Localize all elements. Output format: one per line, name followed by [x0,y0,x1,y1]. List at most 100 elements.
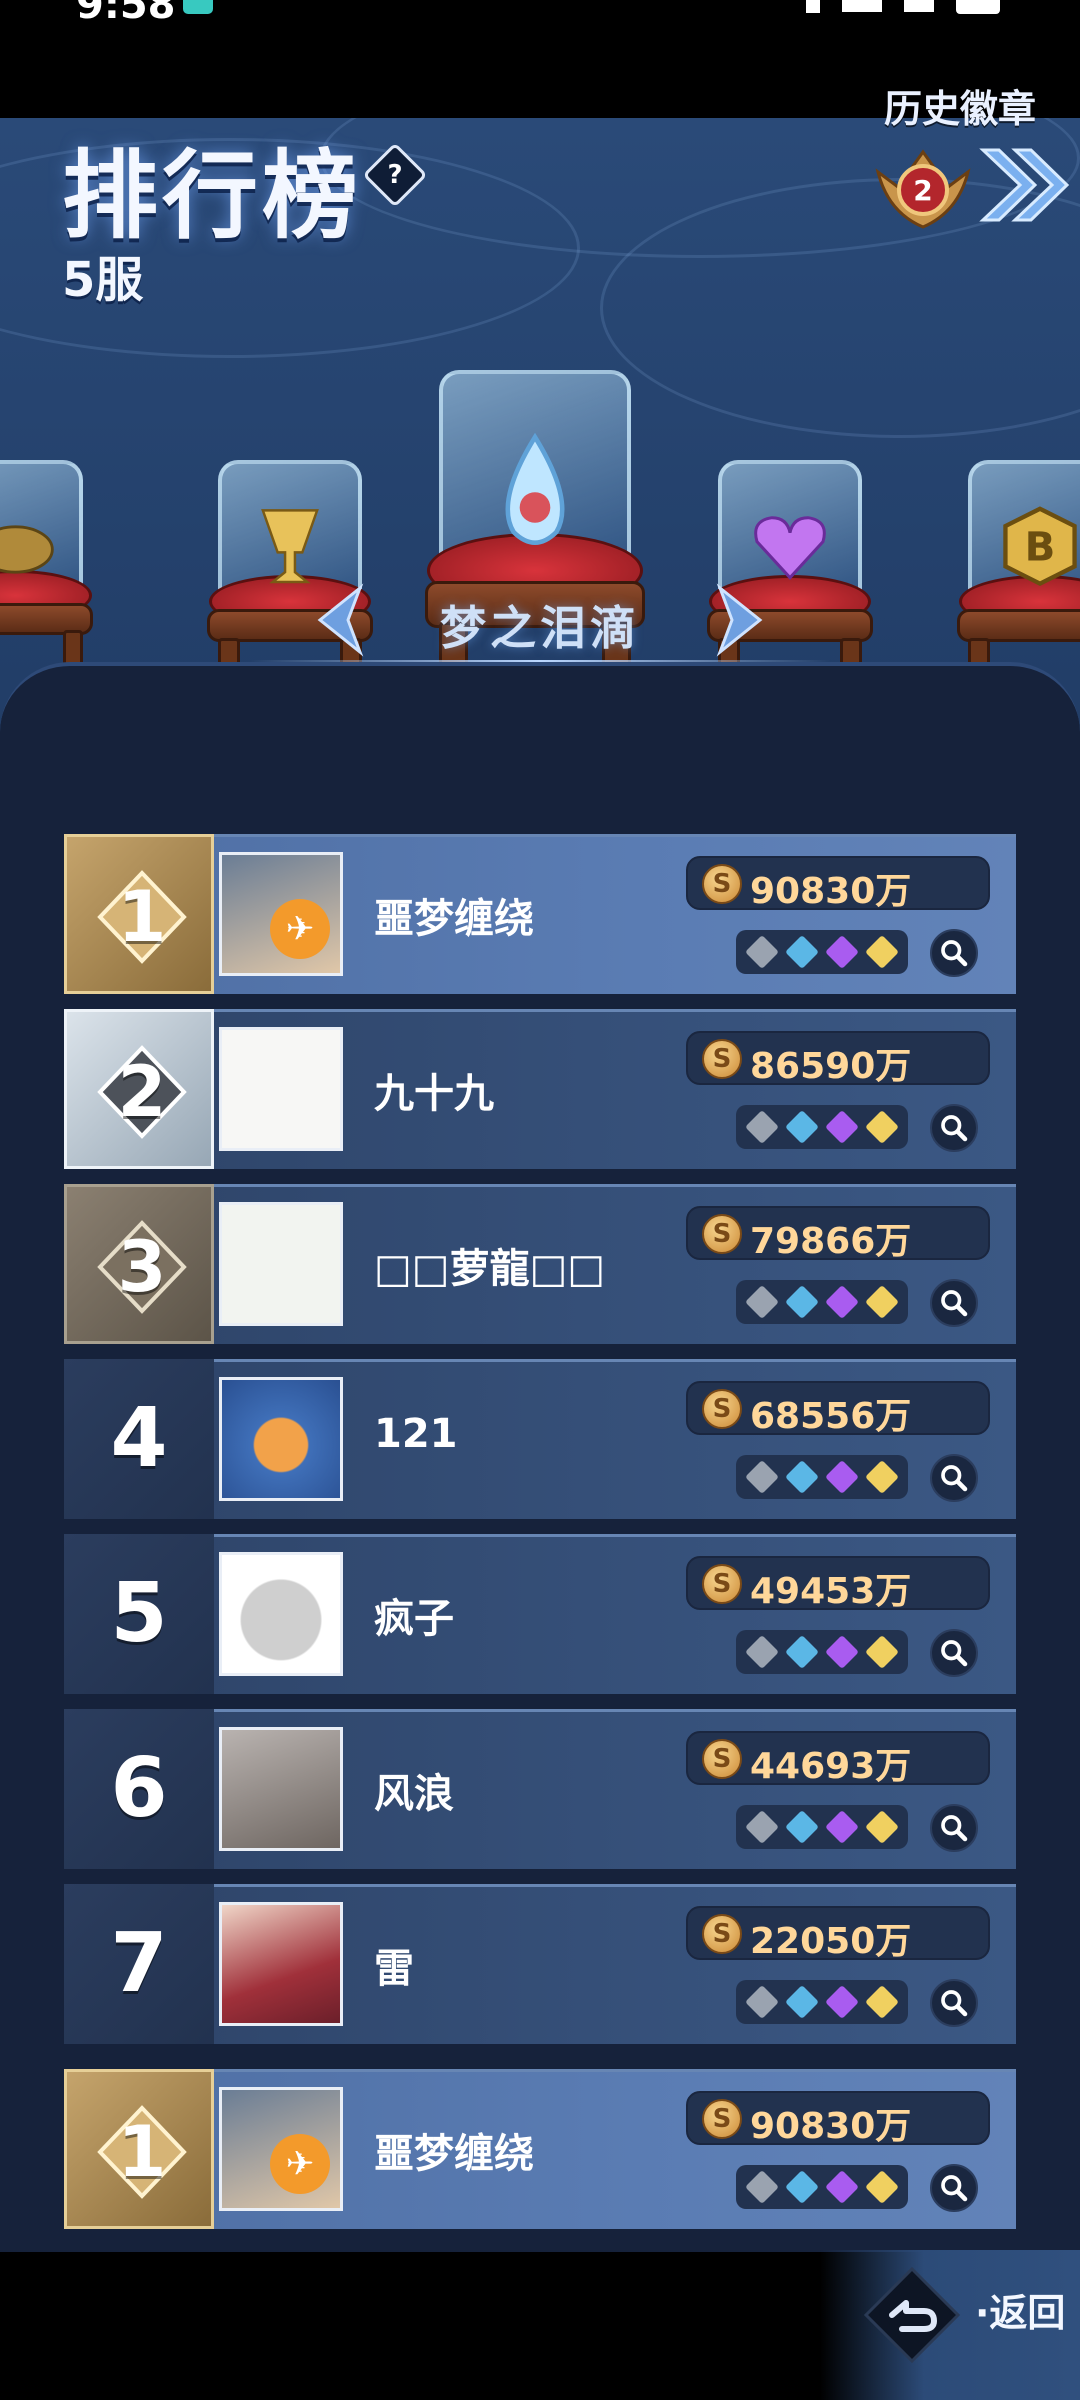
search-icon[interactable] [930,1454,978,1502]
score-pill: S 90830万 [686,2091,990,2147]
avatar[interactable] [219,1902,343,2026]
search-icon[interactable] [930,929,978,977]
coin-bag-icon: S [702,1214,742,1254]
player-name: 九十九 [374,1071,494,1117]
score-pill: S 68556万 [686,1381,990,1437]
coin-bag-icon: S [702,1564,742,1604]
coin-bag-icon: S [702,864,742,904]
history-badges-label[interactable]: 历史徽章 [884,78,1036,133]
rank-badge: 1 [64,834,214,994]
score-value: 79866万 [750,1221,912,1262]
yellow-gem-icon [865,935,899,969]
gray-gem-icon [745,1460,779,1494]
wifi-icon [904,0,934,12]
score-value: 90830万 [750,871,912,912]
player-name: 噩梦缠绕 [374,2131,534,2177]
search-icon[interactable] [930,2164,978,2212]
purple-gem-icon [825,1985,859,2019]
gray-gem-icon [745,2170,779,2204]
avatar[interactable] [219,1552,343,1676]
back-icon[interactable] [862,2265,962,2365]
bluetooth-icon [806,0,820,13]
trophy-carousel[interactable]: B [0,250,1080,710]
carousel-item-name: 梦之泪滴 [440,601,640,655]
avatar[interactable] [219,1027,343,1151]
search-icon[interactable] [930,1104,978,1152]
golden-cup-icon [261,509,319,584]
blue-gem-icon [785,1460,819,1494]
search-icon[interactable] [930,1804,978,1852]
avatar[interactable] [219,1377,343,1501]
score-value: 44693万 [750,1746,912,1787]
yellow-gem-icon [865,1110,899,1144]
score-value: 86590万 [750,1046,912,1087]
rank-number: 7 [110,1916,168,2011]
player-name: 风浪 [374,1771,454,1817]
carousel-next-icon[interactable] [712,582,772,658]
avatar[interactable]: ✈ [219,2087,343,2211]
gem-slots [736,1280,908,1324]
avatar[interactable] [219,1202,343,1326]
score-pill: S 90830万 [686,856,990,912]
search-icon[interactable] [930,1979,978,2027]
help-glyph: ? [387,160,403,190]
svg-text:B: B [1025,524,1056,571]
purple-gem-icon [825,1285,859,1319]
avatar[interactable]: ✈ [219,852,343,976]
yellow-gem-icon [865,2170,899,2204]
purple-gem-icon [825,1460,859,1494]
table-row[interactable]: 5 疯子 S 49453万 [64,1534,1016,1694]
gray-gem-icon [745,1810,779,1844]
yellow-gem-icon [865,1985,899,2019]
status-icons [806,0,1000,14]
player-name: 噩梦缠绕 [374,896,534,942]
table-row[interactable]: 3 □□萝龍□□ S 79866万 [64,1184,1016,1344]
trophy-case-teardrop-selected[interactable] [415,370,655,710]
score-pill: S 44693万 [686,1731,990,1787]
search-icon[interactable] [930,1279,978,1327]
table-row[interactable]: 4 121 S 68556万 [64,1359,1016,1519]
crystal-teardrop-icon [505,432,565,546]
rank-number: 1 [117,876,167,958]
signal-icon [842,0,882,12]
my-rank-row[interactable]: 1 ✈ 噩梦缠绕 S 90830万 [64,2069,1016,2229]
coin-bag-icon: S [702,1739,742,1779]
back-button[interactable]: ·返回 [975,2282,1065,2337]
score-pill: S 79866万 [686,1206,990,1262]
rank-badge: 4 [64,1359,214,1519]
score-pill: S 86590万 [686,1031,990,1087]
table-row[interactable]: 1 ✈ 噩梦缠绕 S 90830万 [64,834,1016,994]
purple-gem-icon [825,1110,859,1144]
battery-icon [956,0,1000,14]
table-row[interactable]: 6 风浪 S 44693万 [64,1709,1016,1869]
rank-number: 6 [110,1741,168,1836]
rank-badge: 2 [64,1009,214,1169]
gray-gem-icon [745,1635,779,1669]
gray-gem-icon [745,1110,779,1144]
gem-slots [736,2165,908,2209]
leaderboard-panel: 1 ✈ 噩梦缠绕 S 90830万 2 九十九 S 86590万 3 □□萝龍□… [0,662,1080,2252]
purple-gem-icon [825,935,859,969]
score-value: 90830万 [750,2106,912,2147]
rank-badge: 5 [64,1534,214,1694]
gray-gem-icon [745,935,779,969]
player-name: □□萝龍□□ [374,1246,606,1292]
search-icon[interactable] [930,1629,978,1677]
rank-badge: 6 [64,1709,214,1869]
rank-number: 2 [117,1051,167,1133]
rank-number: 5 [110,1566,168,1661]
gray-gem-icon [745,1985,779,2019]
player-name: 121 [374,1411,458,1457]
gem-slots [736,1630,908,1674]
chevrons-right-icon[interactable] [975,140,1075,230]
rank-badge: 1 [64,2069,214,2229]
blue-gem-icon [785,1810,819,1844]
avatar[interactable] [219,1727,343,1851]
rank-number: 4 [110,1391,168,1486]
gem-slots [736,1980,908,2024]
table-row[interactable]: 2 九十九 S 86590万 [64,1009,1016,1169]
player-name: 雷 [374,1946,414,1992]
history-badge-icon[interactable]: 2 [868,132,978,232]
rank-number: 1 [117,2111,167,2193]
table-row[interactable]: 7 雷 S 22050万 [64,1884,1016,2044]
